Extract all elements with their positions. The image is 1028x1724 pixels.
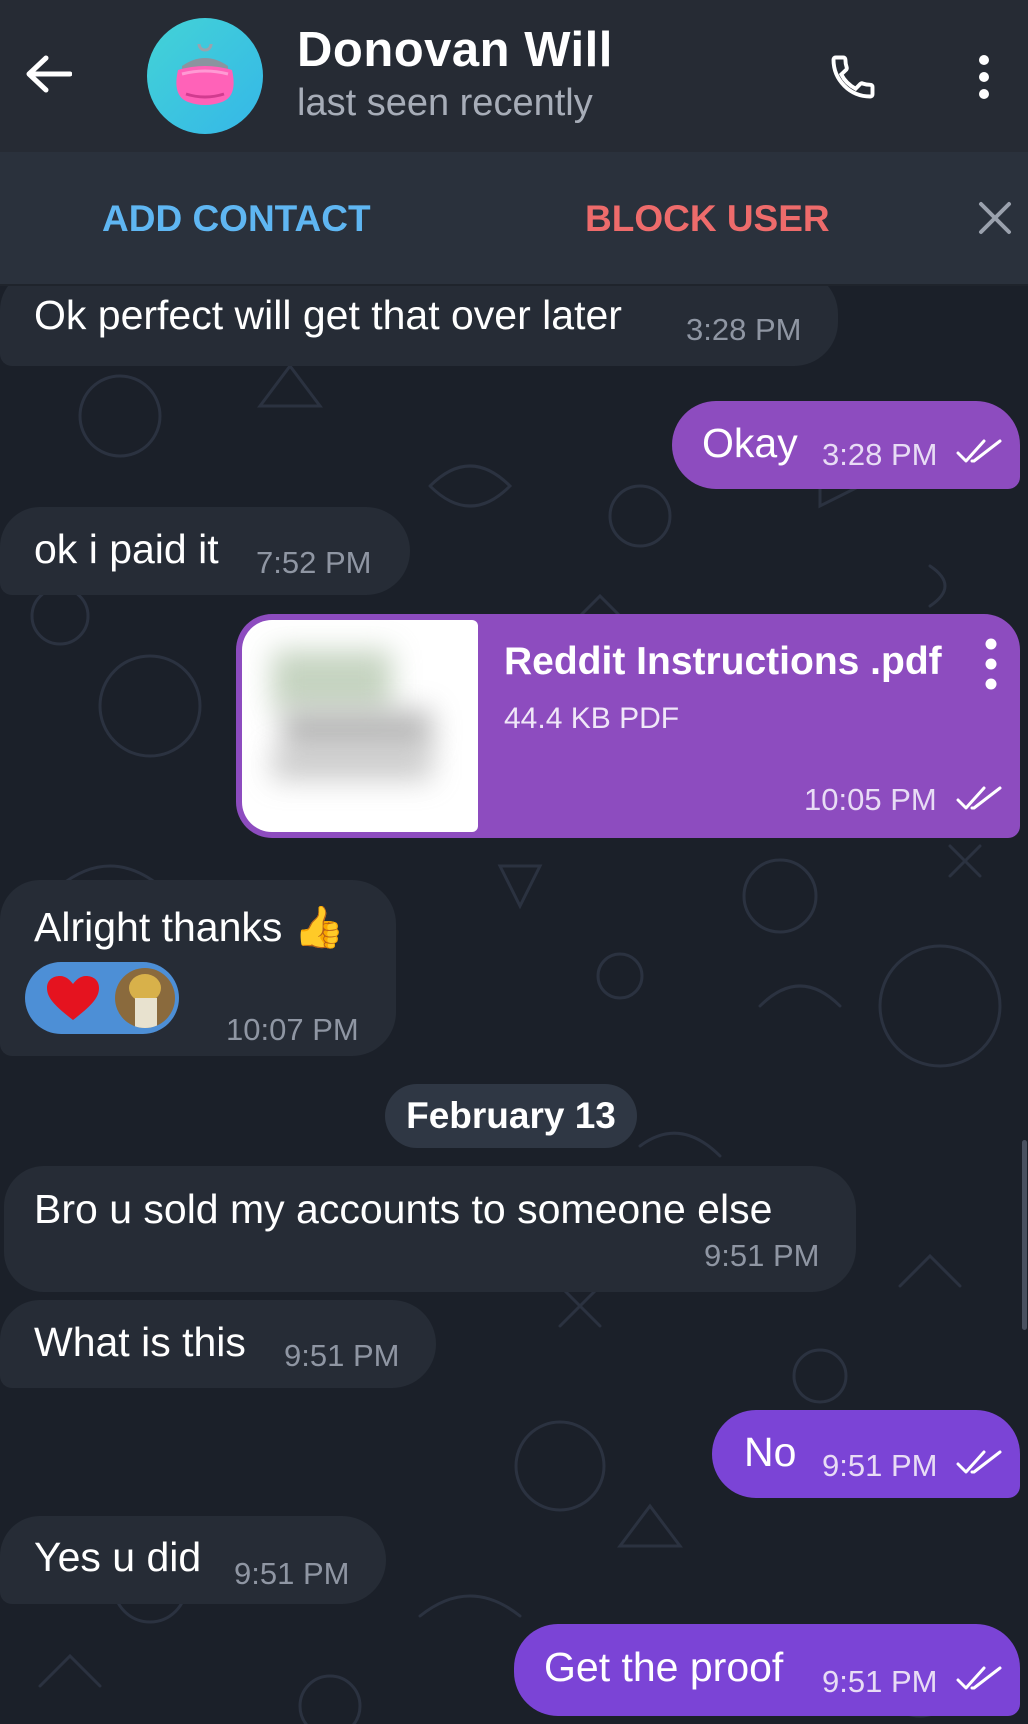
message-incoming[interactable]: Alright thanks 👍 10:07 PM	[0, 880, 396, 1056]
chat-area[interactable]: Ok perfect will get that over later 3:28…	[0, 286, 1028, 1724]
message-text: What is this	[34, 1319, 246, 1365]
reactor-avatar	[115, 968, 175, 1028]
more-vertical-icon[interactable]	[960, 44, 1008, 110]
message-text: Alright thanks 👍	[34, 904, 345, 950]
contact-name[interactable]: Donovan Will	[297, 22, 613, 78]
message-time: 7:52 PM	[256, 545, 372, 580]
file-message[interactable]: Reddit Instructions .pdf 44.4 KB PDF 10:…	[236, 614, 1020, 838]
file-size: 44.4 KB PDF	[504, 702, 680, 735]
file-thumbnail[interactable]	[242, 620, 478, 832]
message-time: 9:51 PM	[234, 1556, 350, 1591]
last-seen-status: last seen recently	[297, 82, 593, 124]
message-incoming[interactable]: Ok perfect will get that over later 3:28…	[0, 286, 838, 366]
file-name[interactable]: Reddit Instructions .pdf	[504, 640, 942, 684]
message-text: Get the proof	[544, 1644, 784, 1690]
phone-icon[interactable]	[820, 44, 886, 110]
message-incoming[interactable]: What is this 9:51 PM	[0, 1300, 436, 1388]
scrollbar-thumb[interactable]	[1022, 1140, 1027, 1330]
contact-avatar[interactable]	[147, 18, 263, 134]
back-arrow-icon[interactable]	[18, 44, 78, 104]
reaction-chip[interactable]	[25, 962, 179, 1034]
add-contact-button[interactable]: ADD CONTACT	[102, 198, 371, 240]
new-contact-action-bar: ADD CONTACT BLOCK USER	[0, 152, 1028, 286]
double-check-icon	[956, 1450, 1002, 1474]
message-time: 9:51 PM	[822, 1448, 938, 1483]
heart-icon	[47, 976, 99, 1020]
message-time: 9:51 PM	[822, 1664, 938, 1699]
message-incoming[interactable]: Bro u sold my accounts to someone else 9…	[4, 1166, 856, 1292]
message-incoming[interactable]: ok i paid it 7:52 PM	[0, 507, 410, 595]
message-outgoing[interactable]: Get the proof 9:51 PM	[514, 1624, 1020, 1716]
double-check-icon	[956, 439, 1002, 463]
message-text: No	[744, 1429, 797, 1475]
message-time: 10:05 PM	[804, 782, 937, 817]
close-icon[interactable]	[975, 198, 1015, 238]
message-time: 3:28 PM	[822, 437, 938, 472]
message-outgoing[interactable]: Okay 3:28 PM	[672, 401, 1020, 489]
message-time: 9:51 PM	[284, 1338, 400, 1373]
message-text: Bro u sold my accounts to someone else	[34, 1186, 773, 1232]
message-time: 3:28 PM	[686, 312, 802, 347]
block-user-button[interactable]: BLOCK USER	[585, 198, 830, 240]
double-check-icon	[956, 1666, 1002, 1690]
message-text: Ok perfect will get that over later	[34, 292, 622, 338]
message-incoming[interactable]: Yes u did 9:51 PM	[0, 1516, 386, 1604]
message-text: Okay	[702, 420, 798, 466]
message-time: 9:51 PM	[704, 1238, 820, 1273]
message-time: 10:07 PM	[226, 1012, 359, 1047]
date-separator: February 13	[385, 1084, 637, 1148]
double-check-icon	[956, 786, 1002, 810]
message-text: ok i paid it	[34, 526, 219, 572]
more-vertical-icon[interactable]	[976, 636, 1006, 692]
message-text: Yes u did	[34, 1534, 202, 1580]
chat-header: Donovan Will last seen recently	[0, 0, 1028, 152]
message-outgoing[interactable]: No 9:51 PM	[712, 1410, 1020, 1498]
purse-icon	[176, 44, 234, 105]
